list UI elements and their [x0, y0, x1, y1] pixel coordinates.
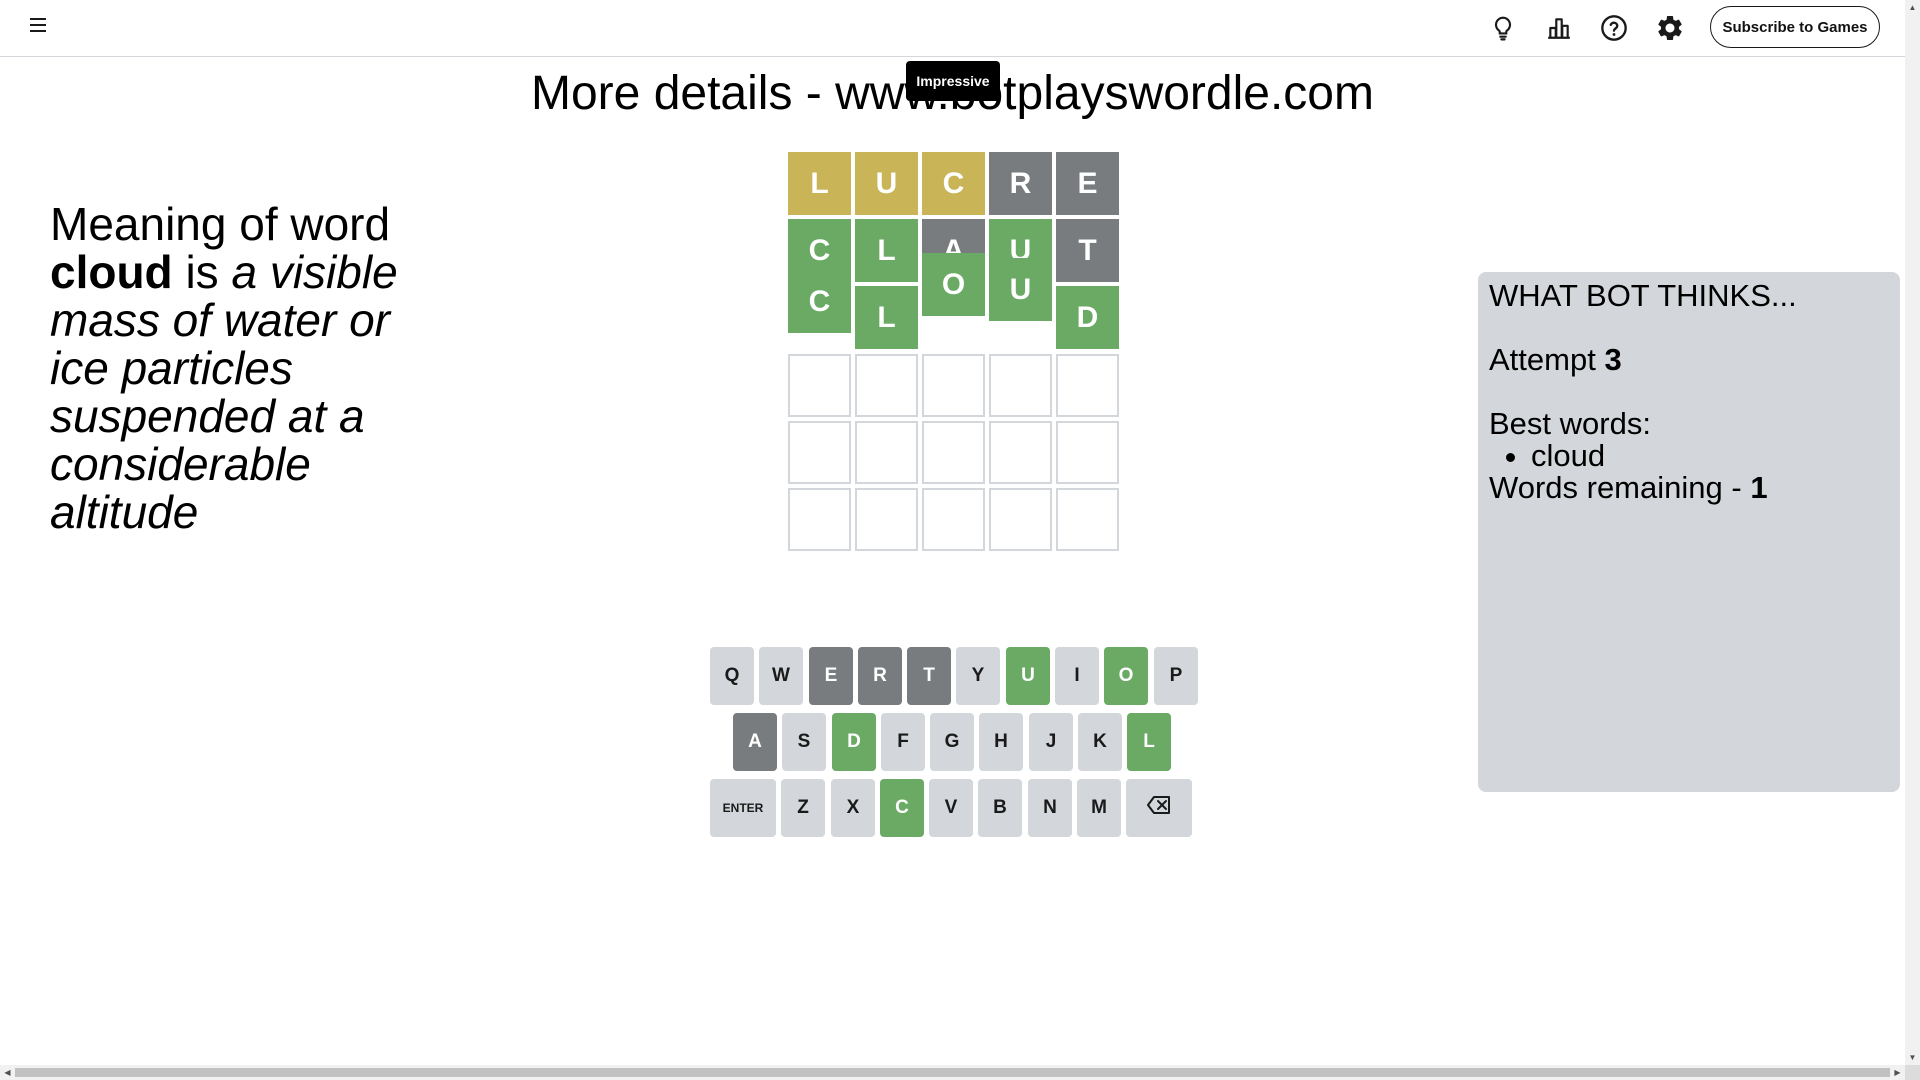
- vertical-scrollbar[interactable]: ▲ ▼: [1905, 0, 1920, 1065]
- board-tile: [989, 421, 1052, 484]
- best-word-item: cloud: [1531, 440, 1889, 472]
- hamburger-menu-icon[interactable]: [28, 18, 50, 38]
- key-x[interactable]: X: [831, 779, 875, 837]
- meaning-word: cloud: [50, 246, 173, 298]
- horizontal-scroll-thumb[interactable]: [15, 1068, 1890, 1077]
- key-u[interactable]: U: [1006, 647, 1050, 705]
- lightbulb-icon[interactable]: [1487, 12, 1519, 44]
- enter-key[interactable]: ENTER: [710, 779, 776, 837]
- key-j[interactable]: J: [1029, 713, 1073, 771]
- key-z[interactable]: Z: [781, 779, 825, 837]
- board-tile: L: [855, 219, 918, 282]
- key-s[interactable]: S: [782, 713, 826, 771]
- settings-icon[interactable]: [1654, 12, 1686, 44]
- board-tile: [989, 488, 1052, 551]
- board-tile: [855, 354, 918, 417]
- board-tile: U: [989, 258, 1052, 321]
- bot-panel-heading: WHAT BOT THINKS...: [1489, 278, 1797, 313]
- scroll-down-icon[interactable]: ▼: [1905, 1050, 1920, 1065]
- board-tile: D: [1056, 286, 1119, 349]
- scroll-right-icon[interactable]: ▶: [1890, 1065, 1905, 1080]
- board-tile: T: [1056, 219, 1119, 282]
- meaning-connector: is: [185, 246, 219, 298]
- key-y[interactable]: Y: [956, 647, 1000, 705]
- board-tile: [989, 354, 1052, 417]
- board-tile: [855, 488, 918, 551]
- scrollbar-corner: [1905, 1065, 1920, 1080]
- board-tile: R: [989, 152, 1052, 215]
- board-tile: [1056, 488, 1119, 551]
- board-tile: C: [922, 152, 985, 215]
- top-bar: Subscribe to Games: [0, 0, 1905, 57]
- key-d[interactable]: D: [832, 713, 876, 771]
- subscribe-button[interactable]: Subscribe to Games: [1710, 6, 1880, 48]
- meaning-prefix: Meaning of word: [50, 198, 391, 250]
- board-tile: [855, 421, 918, 484]
- attempt-line: Attempt 3: [1489, 344, 1889, 376]
- toast-message: Impressive: [906, 61, 1000, 101]
- board-tile: [922, 421, 985, 484]
- remaining-line: Words remaining - 1: [1489, 472, 1889, 504]
- board-tile: [788, 421, 851, 484]
- board-tile: [1056, 421, 1119, 484]
- key-t[interactable]: T: [907, 647, 951, 705]
- backspace-icon: [1147, 796, 1171, 820]
- key-g[interactable]: G: [930, 713, 974, 771]
- board-tile: [788, 488, 851, 551]
- scroll-up-icon[interactable]: ▲: [1905, 0, 1920, 15]
- key-h[interactable]: H: [979, 713, 1023, 771]
- horizontal-scrollbar[interactable]: ◀ ▶: [0, 1065, 1905, 1080]
- help-icon[interactable]: [1598, 12, 1630, 44]
- board-tile: [922, 488, 985, 551]
- key-c[interactable]: C: [880, 779, 924, 837]
- attempt-value: 3: [1604, 342, 1622, 377]
- key-p[interactable]: P: [1154, 647, 1198, 705]
- remaining-label: Words remaining -: [1489, 470, 1742, 505]
- word-meaning: Meaning of word cloud is a visible mass …: [50, 200, 430, 536]
- key-a[interactable]: A: [733, 713, 777, 771]
- key-i[interactable]: I: [1055, 647, 1099, 705]
- key-k[interactable]: K: [1078, 713, 1122, 771]
- board-tile: [922, 354, 985, 417]
- board-tile: O: [922, 253, 985, 316]
- key-w[interactable]: W: [759, 647, 803, 705]
- key-e[interactable]: E: [809, 647, 853, 705]
- key-n[interactable]: N: [1028, 779, 1072, 837]
- key-b[interactable]: B: [978, 779, 1022, 837]
- board-tile: U: [855, 152, 918, 215]
- scroll-left-icon[interactable]: ◀: [0, 1065, 15, 1080]
- backspace-key[interactable]: [1126, 779, 1192, 837]
- key-f[interactable]: F: [881, 713, 925, 771]
- board-tile: [788, 354, 851, 417]
- board-tile: C: [788, 270, 851, 333]
- key-v[interactable]: V: [929, 779, 973, 837]
- app: Subscribe to Games More details - www.bo…: [0, 0, 1920, 1080]
- key-r[interactable]: R: [858, 647, 902, 705]
- board-tile: [1056, 354, 1119, 417]
- best-words-list: cloud: [1489, 440, 1889, 472]
- key-o[interactable]: O: [1104, 647, 1148, 705]
- key-m[interactable]: M: [1077, 779, 1121, 837]
- board-tile: L: [855, 286, 918, 349]
- attempt-label: Attempt: [1489, 342, 1596, 377]
- remaining-value: 1: [1750, 470, 1768, 505]
- key-l[interactable]: L: [1127, 713, 1171, 771]
- board-tile: L: [788, 152, 851, 215]
- leaderboard-icon[interactable]: [1543, 12, 1575, 44]
- bot-thinks-panel: WHAT BOT THINKS... Attempt 3 Best words:…: [1478, 272, 1900, 792]
- key-q[interactable]: Q: [710, 647, 754, 705]
- best-words-label: Best words:: [1489, 406, 1651, 441]
- board-tile: E: [1056, 152, 1119, 215]
